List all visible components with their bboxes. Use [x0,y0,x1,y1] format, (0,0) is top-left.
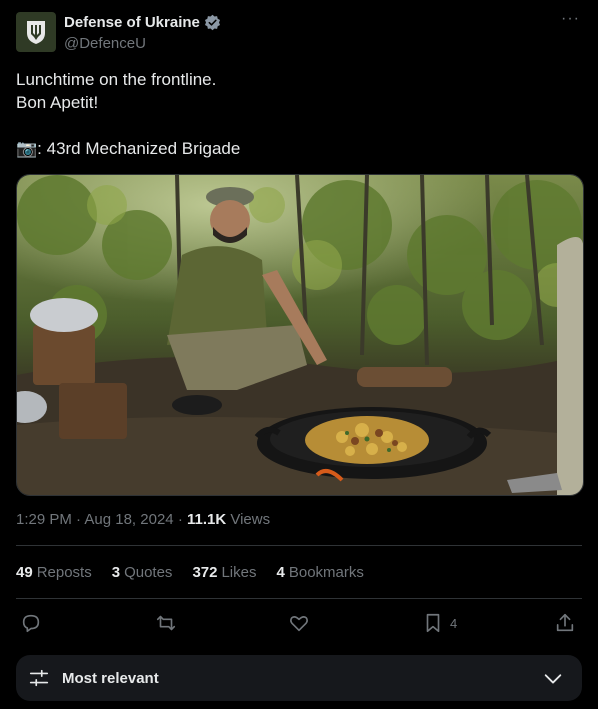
author-name-row[interactable]: Defense of Ukraine [64,14,221,31]
tweet-line: Bon Apetit! [16,93,99,112]
meta-separator: · [76,511,82,528]
reply-sort-selector[interactable]: Most relevant [16,655,582,701]
bookmarks-stat[interactable]: 4 Bookmarks [277,564,364,581]
avatar[interactable] [16,12,56,52]
bookmark-button[interactable]: 4 [422,612,457,634]
tweet-photo[interactable] [16,174,584,496]
tweet-time[interactable]: 1:29 PM [16,511,72,528]
reposts-label: Reposts [36,564,92,581]
views-label: Views [230,511,271,528]
views-count: 11.1K [186,511,227,528]
likes-count: 372 [192,564,218,581]
tweet-line: Lunchtime on the frontline. [16,70,217,89]
more-icon[interactable]: ··· [561,10,580,28]
action-bar: 4 [16,612,582,636]
emblem-icon [27,21,45,44]
reposts-count: 49 [16,564,33,581]
engagement-stats: 49 Reposts 3 Quotes 372 Likes 4 Bookmarks [16,564,364,581]
verified-icon [204,14,220,31]
divider [16,545,582,546]
divider [16,598,582,599]
filter-icon [29,669,49,687]
share-icon [556,613,574,632]
reposts-stat[interactable]: 49 Reposts [16,564,92,581]
quotes-stat[interactable]: 3 Quotes [112,564,173,581]
tweet-date[interactable]: Aug 18, 2024 [84,511,173,528]
tweet-line [16,114,240,137]
bookmark-icon [426,613,440,633]
quotes-label: Quotes [124,564,173,581]
like-button[interactable] [288,612,310,634]
author-name[interactable]: Defense of Ukraine [64,14,200,31]
repost-icon [156,615,176,631]
bookmark-count: 4 [450,615,458,631]
likes-label: Likes [221,564,257,581]
chevron-down-icon [544,674,562,684]
tweet-line: 📷: 43rd Mechanized Brigade [16,139,241,158]
sort-label: Most relevant [62,669,159,687]
meta-separator: · [177,511,183,528]
forest-cooking-scene [17,175,583,495]
repost-button[interactable] [155,612,177,634]
tweet-meta: 1:29 PM · Aug 18, 2024 · 11.1K Views [16,511,270,528]
bookmarks-label: Bookmarks [288,564,364,581]
like-icon [290,616,308,632]
bookmarks-count: 4 [276,564,285,581]
likes-stat[interactable]: 372 Likes [192,564,256,581]
reply-button[interactable] [20,612,42,634]
tweet-text: Lunchtime on the frontline. Bon Apetit! … [16,68,240,160]
share-button[interactable] [554,612,576,634]
reply-icon [22,614,40,633]
author-handle[interactable]: @DefenceU [64,35,146,52]
quotes-count: 3 [111,564,121,581]
